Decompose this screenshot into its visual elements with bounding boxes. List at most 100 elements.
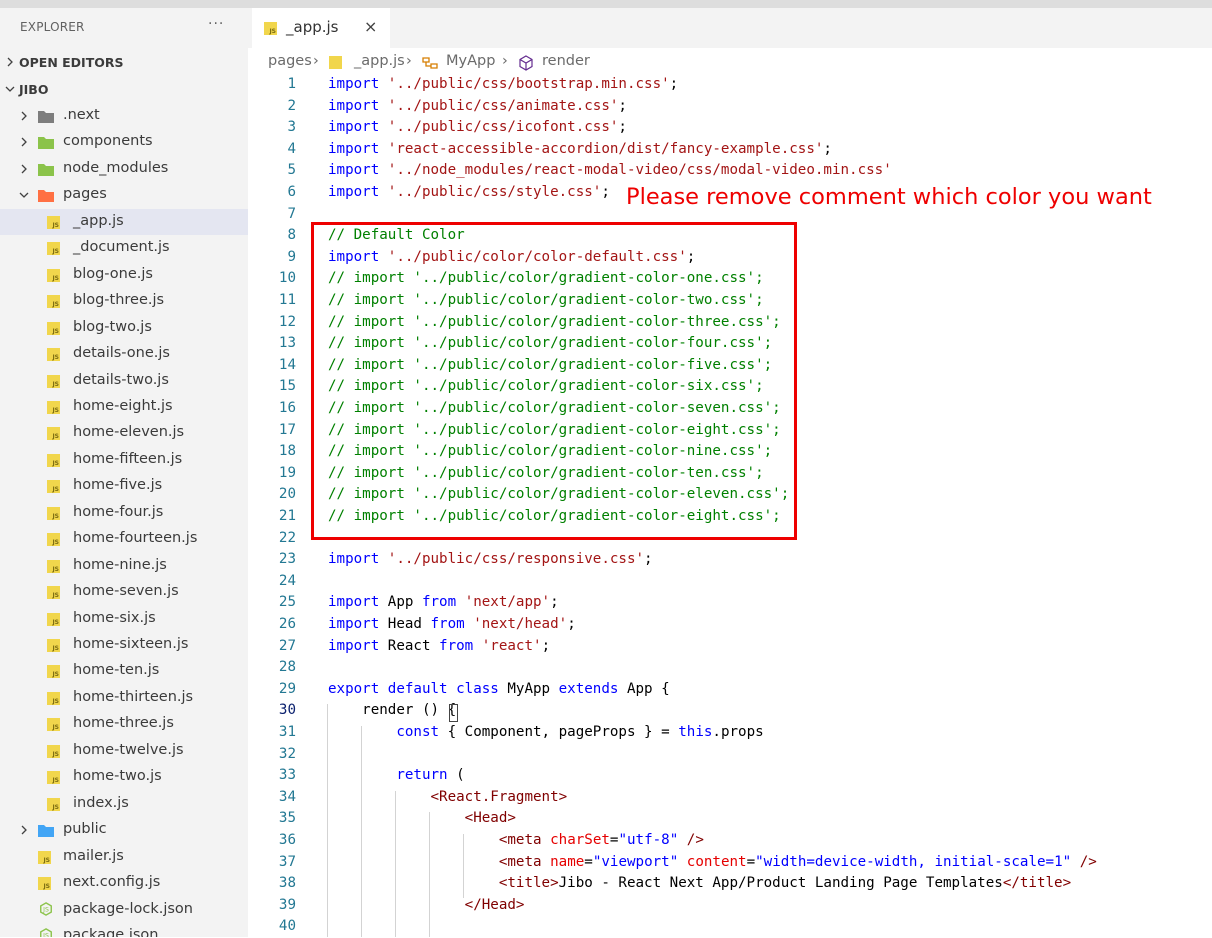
tree-item[interactable]: JS home-fourteen.js [0,526,248,552]
tree-item[interactable]: JS details-one.js [0,341,248,367]
js-file-icon: JS [47,612,60,626]
js-file-icon [329,56,342,69]
code-line: 35 <Head> [248,808,1212,830]
js-file-icon: JS [47,321,60,335]
tree-item[interactable]: JS details-two.js [0,368,248,394]
js-file-icon: JS [47,400,60,414]
tree-item[interactable]: JS home-ten.js [0,658,248,684]
tree-item[interactable]: pages [0,182,248,208]
code-text: import App from 'next/app'; [328,594,559,611]
tree-item-label: home-thirteen.js [73,688,194,705]
line-number: 34 [278,788,296,805]
tree-item-label: home-eleven.js [73,424,185,441]
breadcrumb-class[interactable]: MyApp [446,53,495,69]
indent-guide [327,704,328,937]
open-editors-section[interactable]: OPEN EDITORS [0,52,248,74]
code-line: 23 import '../public/css/responsive.css'; [248,549,1212,571]
tree-item[interactable]: JS home-sixteen.js [0,632,248,658]
annotation-highlight-box [311,222,797,540]
code-text: <React.Fragment> [430,788,568,805]
tree-item[interactable]: JS home-four.js [0,500,248,526]
js-file-icon: JS [38,877,51,891]
tree-item[interactable]: JS package.json [0,923,248,937]
tree-item-label: package.json [63,926,159,937]
tree-item[interactable]: JS blog-one.js [0,262,248,288]
tree-item-label: blog-three.js [73,292,165,309]
js-file-icon: JS [47,586,60,600]
code-text: import React from 'react'; [328,637,551,654]
code-text: import '../public/css/style.css'; [328,184,610,200]
folder-icon [38,111,54,123]
tree-item[interactable]: JS home-nine.js [0,553,248,579]
tree-item[interactable]: .next [0,103,248,129]
code-line: 28 [248,657,1212,679]
tab-label: _app.js [286,18,339,36]
js-file-icon: JS [47,797,60,811]
project-section[interactable]: JIBO [0,79,248,101]
code-line: 5 import '../node_modules/react-modal-vid… [248,160,1212,182]
close-icon[interactable]: × [364,17,377,36]
nodejs-icon: JS [40,901,52,916]
code-line: 36 <meta charSet="utf-8" /> [248,830,1212,852]
line-number: 6 [287,184,296,200]
line-number: 36 [278,832,296,848]
tree-item[interactable]: components [0,129,248,155]
tree-item[interactable]: JS blog-three.js [0,288,248,314]
js-file-icon: JS [47,268,60,282]
tree-item[interactable]: JS home-six.js [0,606,248,632]
line-number: 8 [287,227,296,244]
open-editors-label: OPEN EDITORS [19,55,124,70]
tree-item[interactable]: JS index.js [0,791,248,817]
tree-item-label: pages [63,186,107,203]
js-file-icon: JS [47,374,60,388]
tree-item[interactable]: JS blog-two.js [0,315,248,341]
tree-item[interactable]: JS home-five.js [0,473,248,499]
tree-item-label: home-five.js [73,477,163,494]
line-number: 5 [287,162,296,179]
line-number: 35 [278,810,296,827]
tree-item-label: _document.js [73,239,170,256]
js-file-icon: JS [47,533,60,547]
breadcrumb-pages[interactable]: pages [268,53,312,69]
components-folder-icon [38,137,54,150]
code-text: <meta name="viewport" content="width=dev… [498,853,1097,870]
tree-item[interactable]: node_modules [0,156,248,182]
tree-item[interactable]: JS home-three.js [0,711,248,737]
breadcrumb-file[interactable]: _app.js [354,53,405,69]
tree-item[interactable]: JS home-fifteen.js [0,447,248,473]
tree-item-label: home-two.js [73,768,162,785]
tree-item[interactable]: JS _document.js [0,235,248,261]
tree-item[interactable]: JS home-thirteen.js [0,685,248,711]
tree-item[interactable]: JS mailer.js [0,844,248,870]
code-text: export default class MyApp extends App { [328,680,670,697]
tree-item[interactable]: public [0,817,248,843]
code-text: import '../public/css/bootstrap.min.css'… [328,76,679,92]
js-file-icon: JS [47,295,60,309]
code-text: return ( [396,767,465,784]
js-file-icon: JS [47,559,60,573]
tree-item[interactable]: JS home-eleven.js [0,420,248,446]
tree-item[interactable]: JS home-two.js [0,764,248,790]
js-file-icon: JS [47,506,60,520]
tree-item[interactable]: JS _app.js [0,208,248,235]
line-number: 14 [278,356,296,373]
more-actions-icon[interactable]: ··· [208,16,224,32]
breadcrumb-method[interactable]: render [542,53,590,69]
tree-item[interactable]: JS home-seven.js [0,579,248,605]
code-text: <title>Jibo - React Next App/Product Lan… [498,875,1072,892]
tree-item[interactable]: JS home-eight.js [0,394,248,420]
tree-item-label: details-two.js [73,371,169,388]
code-text: </Head> [464,896,525,913]
tree-item[interactable]: JS home-twelve.js [0,738,248,764]
method-icon [519,55,533,71]
tab-app-js[interactable]: JS _app.js × [252,8,390,48]
tree-item[interactable]: JS next.config.js [0,870,248,896]
line-number: 10 [278,270,296,287]
tree-item[interactable]: JS package-lock.json [0,897,248,923]
tree-item-label: details-one.js [73,345,170,362]
line-number: 11 [278,292,296,308]
node-folder-icon [38,163,54,176]
tree-item-label: home-three.js [73,715,174,732]
line-number: 3 [287,119,296,136]
code-line: 27 import React from 'react'; [248,636,1212,658]
